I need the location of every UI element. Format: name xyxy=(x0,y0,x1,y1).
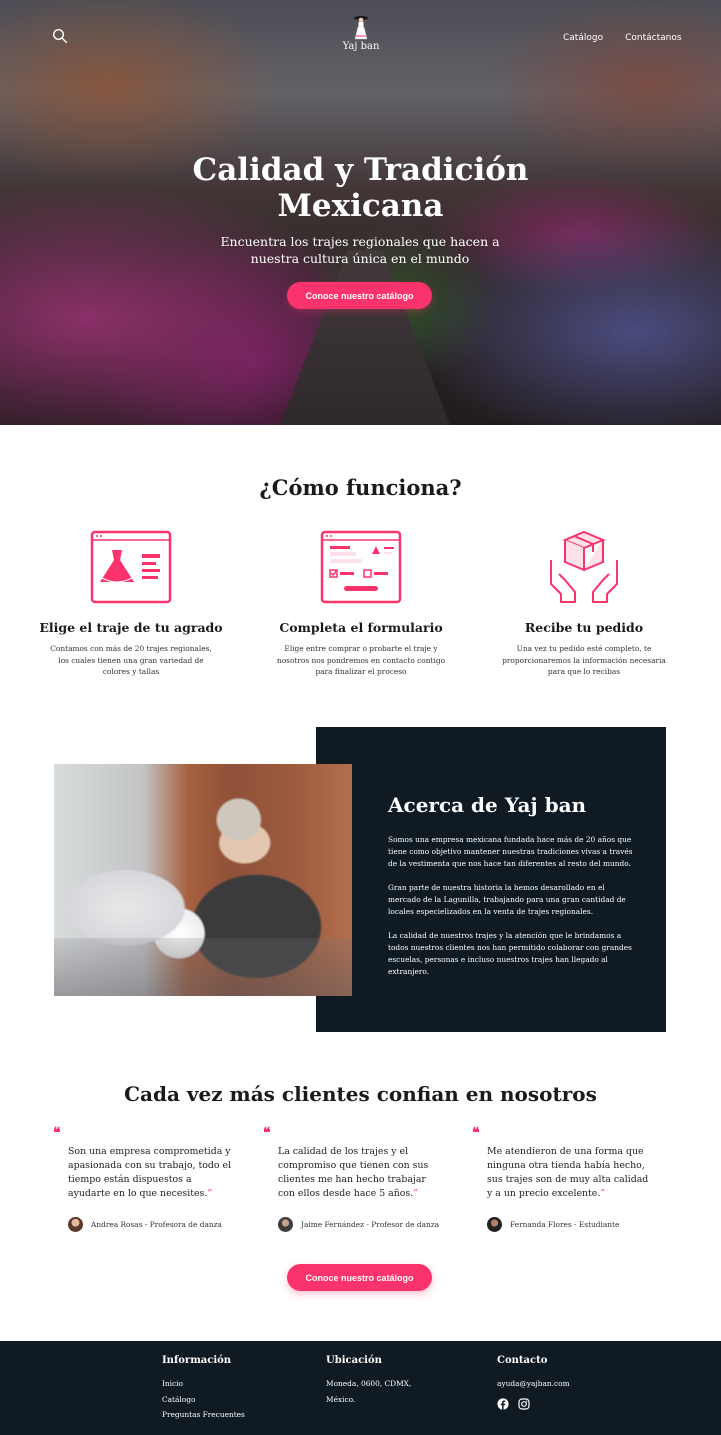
testimonial-text: Me atendieron de una forma que ninguna o… xyxy=(487,1146,649,1199)
testimonial-card: ❝ La calidad de los trajes y el compromi… xyxy=(263,1126,443,1232)
open-quote-icon: ❝ xyxy=(53,1125,61,1141)
hero-title-line1: Calidad y Tradición xyxy=(192,152,529,188)
open-quote-icon: ❝ xyxy=(472,1125,480,1141)
form-icon xyxy=(320,530,402,604)
footer-contact: Contacto ayuda@yajban.com xyxy=(497,1355,570,1415)
testimonial-card: ❝ Me atendieron de una forma que ninguna… xyxy=(472,1126,652,1232)
testimonial-author: Andrea Rosas - Profesora de danza xyxy=(68,1217,233,1232)
step-form: Completa el formulario Elige entre compr… xyxy=(261,530,461,678)
open-quote-icon: ❝ xyxy=(263,1125,271,1141)
logo-text: Yaj ban xyxy=(342,41,380,52)
footer-contact-title: Contacto xyxy=(497,1355,548,1366)
about-paragraph: Somos una empresa mexicana fundada hace … xyxy=(388,835,633,868)
step-receive: Recibe tu pedido Una vez tu pedido esté … xyxy=(484,530,684,678)
footer-link-inicio[interactable]: Inicio xyxy=(162,1376,245,1392)
testimonial-text: Son una empresa comprometida y apasionad… xyxy=(68,1146,232,1199)
footer-location-title: Ubicación xyxy=(326,1355,382,1366)
step-title: Recibe tu pedido xyxy=(524,620,644,635)
author-name: Jaime Fernández - Profesor de danza xyxy=(301,1220,440,1229)
testimonial-author: Jaime Fernández - Profesor de danza xyxy=(278,1217,443,1232)
footer: Información Inicio Catálogo Preguntas Fr… xyxy=(0,1341,721,1435)
footer-info: Información Inicio Catálogo Preguntas Fr… xyxy=(162,1355,245,1423)
step-text: Contamos con más de 20 trajes regionales… xyxy=(50,644,212,676)
step-text: Una vez tu pedido esté completo, te prop… xyxy=(502,644,666,676)
testimonials-title: Cada vez más clientes confian en nosotro… xyxy=(124,1082,597,1106)
address-line: México. xyxy=(326,1394,356,1404)
avatar xyxy=(278,1217,293,1232)
social-links xyxy=(497,1397,570,1416)
footer-location: Ubicación Moneda, 0600, CDMX, México. xyxy=(326,1355,411,1407)
dress-catalog-icon xyxy=(90,530,172,604)
logo[interactable]: Yaj ban xyxy=(340,14,382,52)
testimonial-author: Fernanda Flores - Estudiante xyxy=(487,1217,652,1232)
how-it-works-title: ¿Cómo funciona? xyxy=(259,475,462,500)
package-hands-icon xyxy=(550,530,618,603)
instagram-icon[interactable] xyxy=(518,1397,530,1416)
step-title: Completa el formulario xyxy=(279,620,443,635)
facebook-icon[interactable] xyxy=(497,1397,509,1416)
about-paragraph: Gran parte de nuestra historia la hemos … xyxy=(388,883,626,916)
step-title: Elige el traje de tu agrado xyxy=(39,620,223,635)
top-nav: Catálogo Contáctanos xyxy=(563,33,682,43)
avatar xyxy=(68,1217,83,1232)
testimonial-card: ❝ Son una empresa comprometida y apasion… xyxy=(53,1126,233,1232)
hero-section: Yaj ban Catálogo Contáctanos Calidad y T… xyxy=(0,0,721,425)
nav-link-contactanos[interactable]: Contáctanos xyxy=(625,33,681,43)
author-name: Andrea Rosas - Profesora de danza xyxy=(91,1220,222,1229)
footer-link-faq[interactable]: Preguntas Frecuentes xyxy=(162,1407,245,1423)
about-text: Somos una empresa mexicana fundada hace … xyxy=(388,834,633,990)
hero-subtitle: Encuentra los trajes regionales que hace… xyxy=(220,234,500,266)
address-line: Moneda, 0600, CDMX, xyxy=(326,1379,412,1388)
step-choose: Elige el traje de tu agrado Contamos con… xyxy=(31,530,231,678)
hero-title-line2: Mexicana xyxy=(277,188,444,224)
about-title: Acerca de Yaj ban xyxy=(388,793,587,817)
logo-dancer-icon xyxy=(354,16,368,40)
about-photo xyxy=(54,764,352,996)
testimonial-text: La calidad de los trajes y el compromiso… xyxy=(278,1146,429,1199)
avatar xyxy=(487,1217,502,1232)
testimonials-catalog-button[interactable]: Conoce nuestro catálogo xyxy=(287,1264,432,1291)
footer-link-catalogo[interactable]: Catálogo xyxy=(162,1392,245,1408)
search-icon[interactable] xyxy=(52,28,68,44)
hero-catalog-button[interactable]: Conoce nuestro catálogo xyxy=(287,282,432,309)
step-text: Elige entre comprar o probarte el traje … xyxy=(276,644,446,676)
about-paragraph: La calidad de nuestros trajes y la atenc… xyxy=(388,931,632,976)
hero-title: Calidad y Tradición Mexicana xyxy=(0,152,721,224)
footer-info-title: Información xyxy=(162,1355,232,1366)
contact-email[interactable]: ayuda@yajban.com xyxy=(497,1376,570,1392)
nav-link-catalogo[interactable]: Catálogo xyxy=(563,33,603,43)
author-name: Fernanda Flores - Estudiante xyxy=(510,1220,620,1229)
